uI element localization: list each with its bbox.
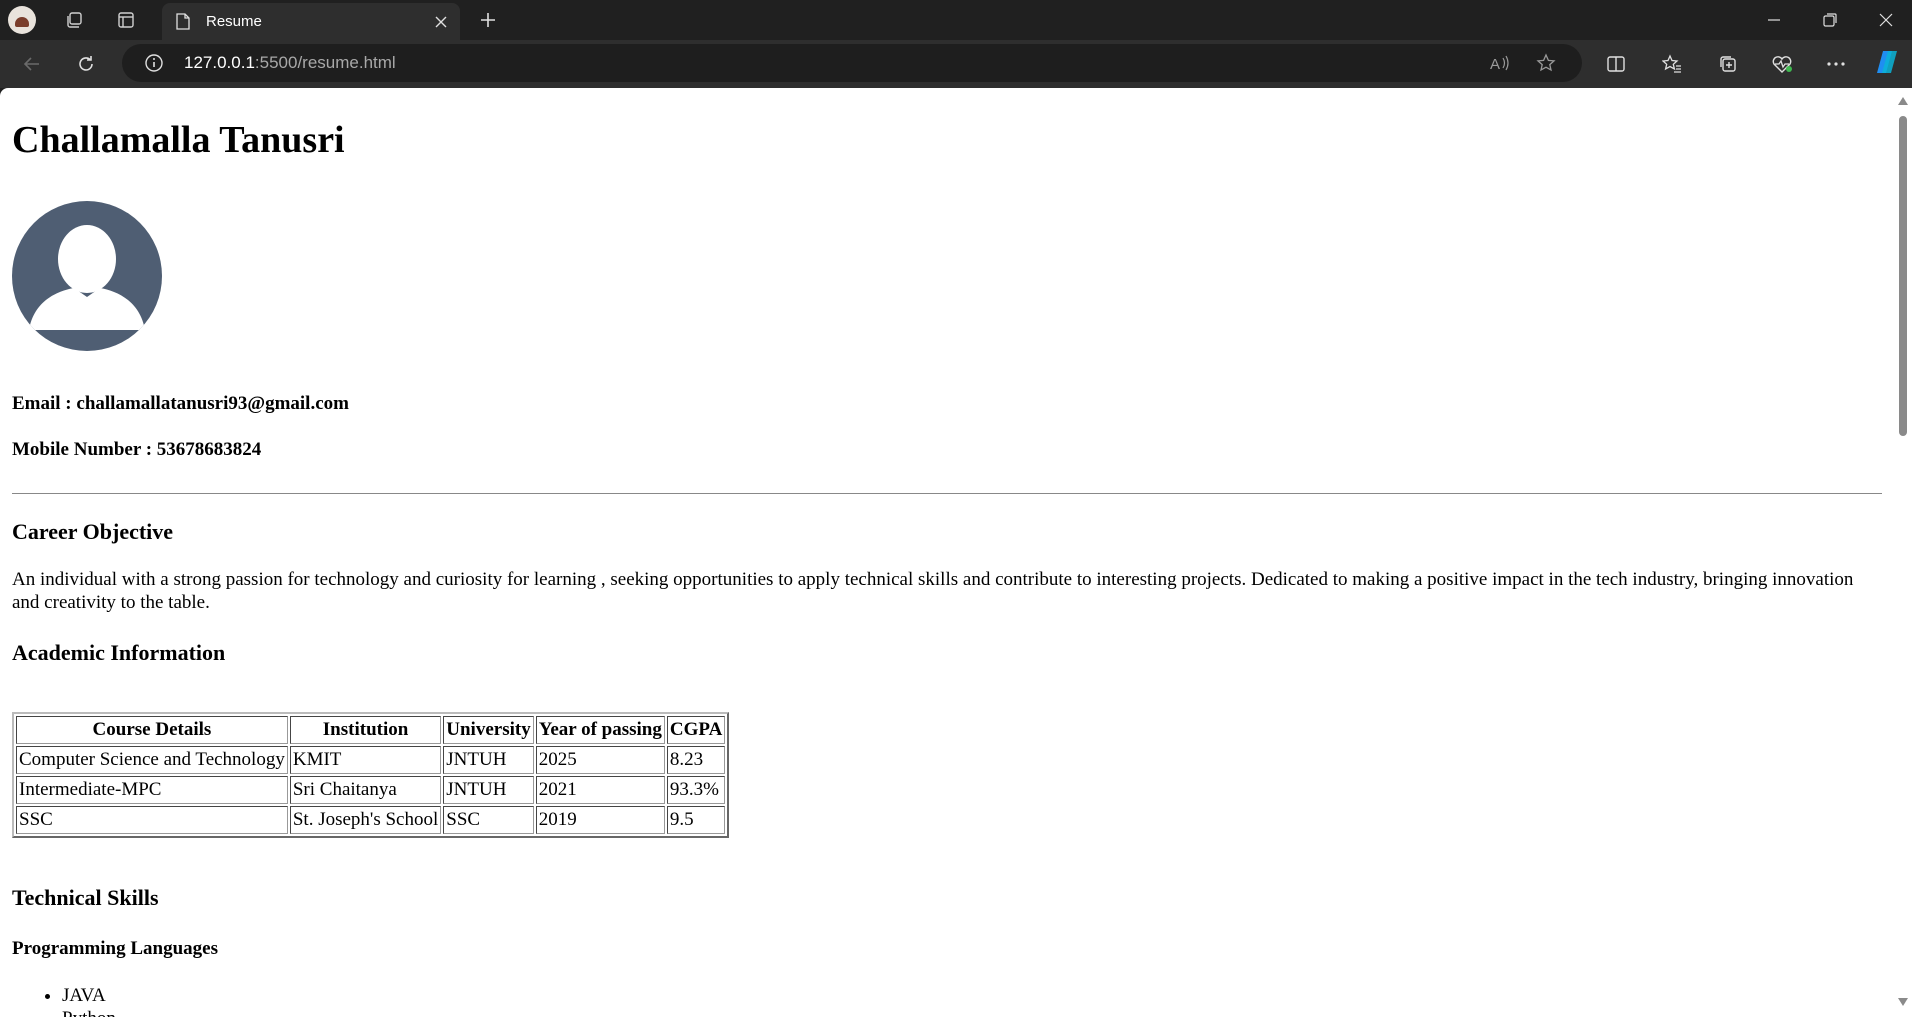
table-cell: Sri Chaitanya [289, 776, 442, 804]
career-objective-text: An individual with a strong passion for … [12, 569, 1854, 613]
page-viewport: Challamalla Tanusri Email : challamallat… [0, 88, 1894, 1017]
mobile-text: Mobile Number : 53678683824 [12, 439, 262, 460]
page-title: Challamalla Tanusri [12, 119, 345, 161]
new-tab-icon[interactable] [472, 4, 504, 36]
favorite-star-icon[interactable] [1530, 47, 1562, 79]
table-row: SSC St. Joseph's School SSC 2019 9.5 [16, 806, 726, 834]
site-info-icon[interactable] [138, 47, 170, 79]
url-path: :5500/resume.html [254, 53, 396, 72]
table-cell: St. Joseph's School [289, 806, 442, 834]
svg-text:A: A [1490, 56, 1500, 73]
read-aloud-icon[interactable]: A [1484, 47, 1516, 79]
copilot-icon[interactable] [1872, 46, 1904, 78]
profile-picture [12, 201, 162, 351]
table-cell: 8.23 [666, 746, 726, 774]
column-header: CGPA [666, 716, 726, 744]
column-header: Course Details [16, 716, 288, 744]
table-cell: 2019 [535, 806, 665, 834]
academic-information-heading: Academic Information [12, 640, 226, 665]
table-cell: KMIT [289, 746, 442, 774]
table-cell: Intermediate-MPC [16, 776, 288, 804]
career-objective-heading: Career Objective [12, 519, 174, 544]
table-cell: JNTUH [443, 776, 534, 804]
collections-icon[interactable] [1712, 48, 1744, 80]
page-scrollbar[interactable] [1894, 88, 1912, 1017]
table-cell: SSC [16, 806, 288, 834]
table-header-row: Course Details Institution University Ye… [16, 716, 726, 744]
refresh-icon[interactable] [70, 48, 102, 80]
workspaces-icon[interactable] [58, 4, 90, 36]
programming-languages-heading: Programming Languages [12, 938, 219, 959]
table-cell: Computer Science and Technology [16, 746, 288, 774]
url-host: 127.0.0.1 [184, 53, 255, 72]
table-cell: 93.3% [666, 776, 726, 804]
document-icon [176, 13, 190, 30]
table-row: Computer Science and Technology KMIT JNT… [16, 746, 726, 774]
tab-resume[interactable]: Resume [162, 3, 460, 40]
column-header: Institution [289, 716, 442, 744]
table-cell: 2021 [535, 776, 665, 804]
email-text: Email : challamallatanusri93@gmail.com [12, 393, 349, 414]
back-icon[interactable] [16, 48, 48, 80]
minimize-icon[interactable] [1746, 0, 1802, 40]
restore-icon[interactable] [1802, 0, 1858, 40]
more-options-icon[interactable] [1820, 48, 1852, 80]
scrollbar-thumb[interactable] [1899, 116, 1907, 436]
tab-title: Resume [206, 13, 262, 30]
close-window-icon[interactable] [1858, 0, 1912, 40]
address-bar[interactable]: 127.0.0.1:5500/resume.html A [122, 44, 1582, 82]
list-item: Python [62, 1007, 116, 1017]
technical-skills-heading: Technical Skills [12, 885, 159, 910]
table-cell: SSC [443, 806, 534, 834]
browser-title-bar: Resume [0, 0, 1912, 40]
column-header: Year of passing [535, 716, 665, 744]
vertical-tabs-icon[interactable] [110, 4, 142, 36]
table-cell: 2025 [535, 746, 665, 774]
user-silhouette-icon [29, 225, 145, 330]
list-item: JAVA [62, 984, 116, 1007]
split-screen-icon[interactable] [1600, 48, 1632, 80]
table-cell: 9.5 [666, 806, 726, 834]
favorites-icon[interactable] [1656, 48, 1688, 80]
table-cell: JNTUH [443, 746, 534, 774]
table-row: Intermediate-MPC Sri Chaitanya JNTUH 202… [16, 776, 726, 804]
languages-list: JAVA Python [12, 984, 116, 1017]
navigation-bar: 127.0.0.1:5500/resume.html A [0, 40, 1912, 88]
scroll-up-arrow-icon[interactable] [1898, 97, 1908, 105]
section-divider [12, 493, 1882, 494]
close-tab-icon[interactable] [430, 11, 452, 33]
scroll-down-arrow-icon[interactable] [1898, 998, 1908, 1006]
browser-essentials-icon[interactable] [1766, 48, 1798, 80]
column-header: University [443, 716, 534, 744]
profile-avatar-icon[interactable] [8, 6, 36, 34]
academic-table: Course Details Institution University Ye… [12, 712, 730, 838]
url-text: 127.0.0.1:5500/resume.html [184, 53, 396, 73]
